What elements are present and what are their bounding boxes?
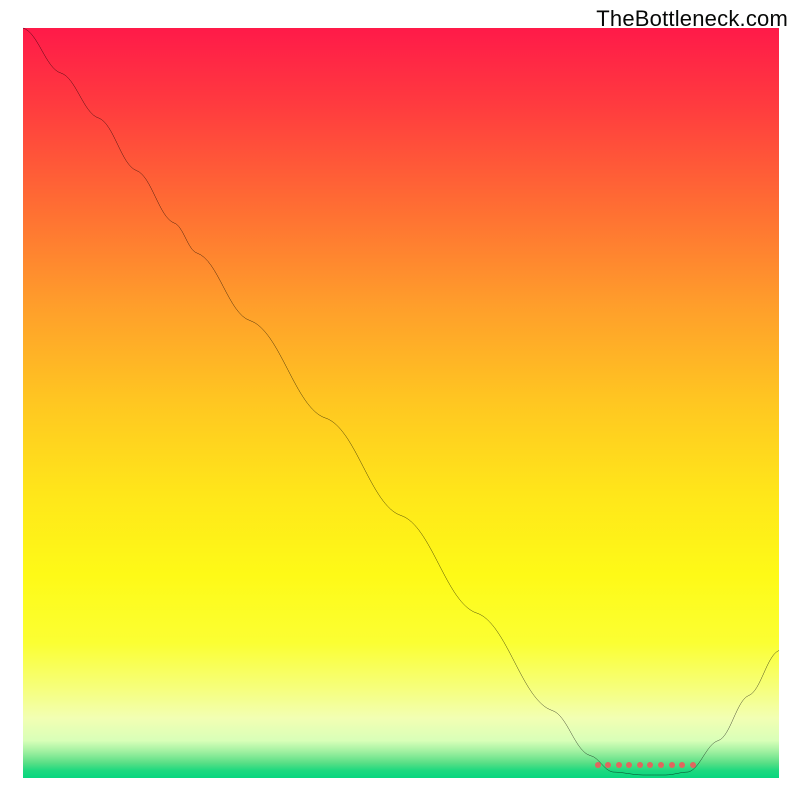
watermark-text: TheBottleneck.com — [596, 6, 788, 32]
curve-svg — [23, 28, 779, 778]
bottleneck-curve — [23, 28, 779, 775]
chart-stage: TheBottleneck.com — [0, 0, 800, 800]
plot-area — [23, 28, 779, 778]
